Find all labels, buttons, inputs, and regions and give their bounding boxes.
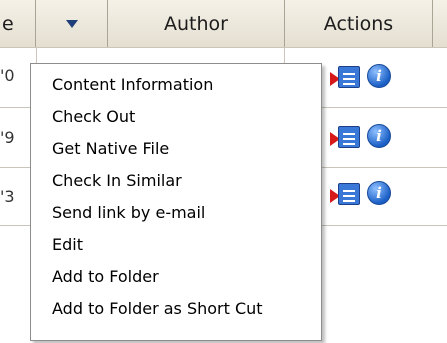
document-list-icon[interactable] (338, 66, 360, 88)
row-actions: i (310, 123, 400, 153)
menu-item-edit[interactable]: Edit (52, 234, 83, 256)
row-partial-value: '9 (0, 128, 15, 147)
table-header: e Author Actions (0, 0, 447, 48)
column-header-partial-label: e (2, 12, 14, 35)
column-header-actions-label: Actions (323, 12, 394, 35)
row-partial-value: '0 (0, 66, 15, 85)
document-list-icon[interactable] (338, 126, 360, 148)
menu-item-get-native-file[interactable]: Get Native File (52, 138, 169, 160)
row-actions: i (310, 63, 400, 93)
row-partial-value: '3 (0, 187, 15, 206)
info-icon[interactable]: i (367, 181, 391, 205)
menu-item-send-link-by-email[interactable]: Send link by e-mail (52, 202, 205, 224)
document-list-icon[interactable] (338, 183, 360, 205)
menu-item-check-in-similar[interactable]: Check In Similar (52, 170, 182, 192)
sort-menu-button[interactable] (37, 0, 108, 47)
context-menu: Content Information Check Out Get Native… (30, 63, 322, 341)
info-icon[interactable]: i (367, 64, 391, 88)
row-divider (0, 47, 447, 48)
row-actions: i (310, 180, 400, 210)
menu-item-add-to-folder-as-short-cut[interactable]: Add to Folder as Short Cut (52, 298, 263, 320)
column-header-partial[interactable]: e (0, 0, 36, 47)
menu-item-add-to-folder[interactable]: Add to Folder (52, 266, 159, 288)
info-icon[interactable]: i (367, 124, 391, 148)
column-header-author-label: Author (164, 12, 228, 35)
column-header-actions: Actions (285, 0, 433, 47)
chevron-down-icon[interactable] (66, 19, 78, 28)
menu-item-check-out[interactable]: Check Out (52, 106, 135, 128)
menu-item-content-information[interactable]: Content Information (52, 74, 213, 96)
column-header-author[interactable]: Author (108, 0, 285, 47)
